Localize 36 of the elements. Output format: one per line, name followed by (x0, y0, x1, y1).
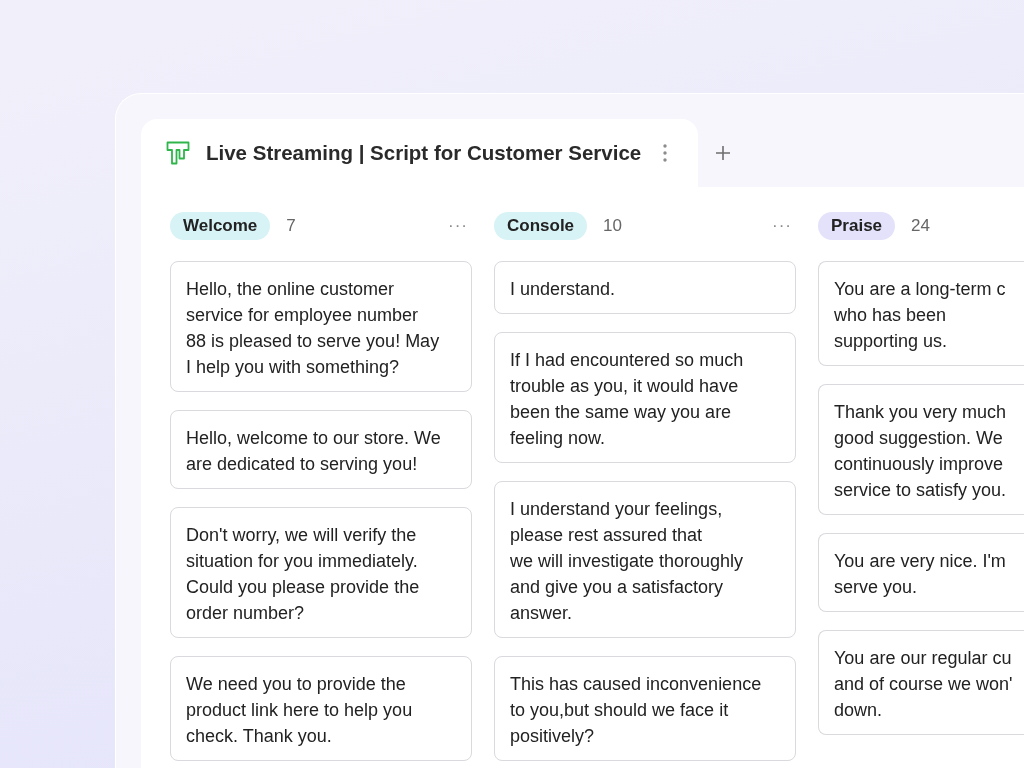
reply-text: This has caused inconvenience to you,but should we face it positively? (510, 673, 763, 748)
reply-text: I understand your feelings, please rest assured that we will investigate thoroughly and give you a satisfactory answer. (510, 498, 745, 625)
column-menu[interactable]: ··· (448, 216, 468, 236)
column-tag[interactable]: Praise (818, 212, 896, 240)
card-count: 7 (286, 216, 296, 236)
reply-text: You are very nice. I'm serve you. (834, 550, 1007, 599)
column-tag[interactable]: Console (494, 212, 588, 240)
reply-text: If I had encountered so much trouble as you, it would have been the same way you are feeling now. (510, 349, 745, 450)
document-tab[interactable]: Live Streaming | Script for Customer Service (141, 119, 699, 187)
reply-card[interactable]: I understand. (494, 261, 796, 314)
reply-card[interactable]: If I had encountered so much trouble as you, it would have been the same way you are feeling now. (494, 332, 796, 463)
reply-card[interactable]: We need you to provide the product link here to help you check. Thank you. (170, 656, 472, 761)
reply-text: Don't worry, we will verify the situation for you immediately. Could you please provide the order number? (186, 524, 421, 625)
reply-card[interactable]: You are our regular cu and of course we won' down. (818, 630, 1024, 735)
card-count: 24 (911, 216, 930, 236)
reply-text: You are a long-term c who has been supporting us. (834, 278, 1007, 353)
column-menu[interactable]: ··· (772, 216, 792, 236)
reply-text: We need you to provide the product link here to help you check. Thank you. (186, 673, 414, 748)
reply-card[interactable]: Don't worry, we will verify the situation for you immediately. Could you please provide the order number? (170, 507, 472, 638)
reply-card[interactable]: You are a long-term c who has been supporting us. (818, 261, 1024, 366)
reply-text: I understand. (510, 278, 617, 301)
reply-card[interactable]: Hello, the online customer service for employee number 88 is pleased to serve you! May I help you with something? (170, 261, 472, 392)
reply-text: Hello, welcome to our store. We are dedicated to serving you! (186, 427, 442, 476)
logo-icon (166, 141, 190, 165)
plus-icon[interactable] (716, 146, 731, 160)
reply-text: You are our regular cu and of course we won' down. (834, 647, 1014, 722)
reply-card[interactable]: You are very nice. I'm serve you. (818, 533, 1024, 612)
reply-card[interactable]: Hello, welcome to our store. We are dedicated to serving you! (170, 410, 472, 489)
reply-card[interactable]: I understand your feelings, please rest assured that we will investigate thoroughly and give you a satisfactory answer. (494, 481, 796, 638)
card-count: 10 (603, 216, 622, 236)
reply-card[interactable]: Thank you very much good suggestion. We continuously improve service to satisfy you. (818, 384, 1024, 515)
reply-card[interactable]: This has caused inconvenience to you,but should we face it positively? (494, 656, 796, 761)
kebab-menu-icon[interactable] (663, 144, 668, 162)
reply-text: Thank you very much good suggestion. We continuously improve service to satisfy you. (834, 401, 1008, 502)
column-tag[interactable]: Welcome (170, 212, 271, 240)
reply-text: Hello, the online customer service for employee number 88 is pleased to serve you! May I help you with something? (186, 278, 441, 379)
